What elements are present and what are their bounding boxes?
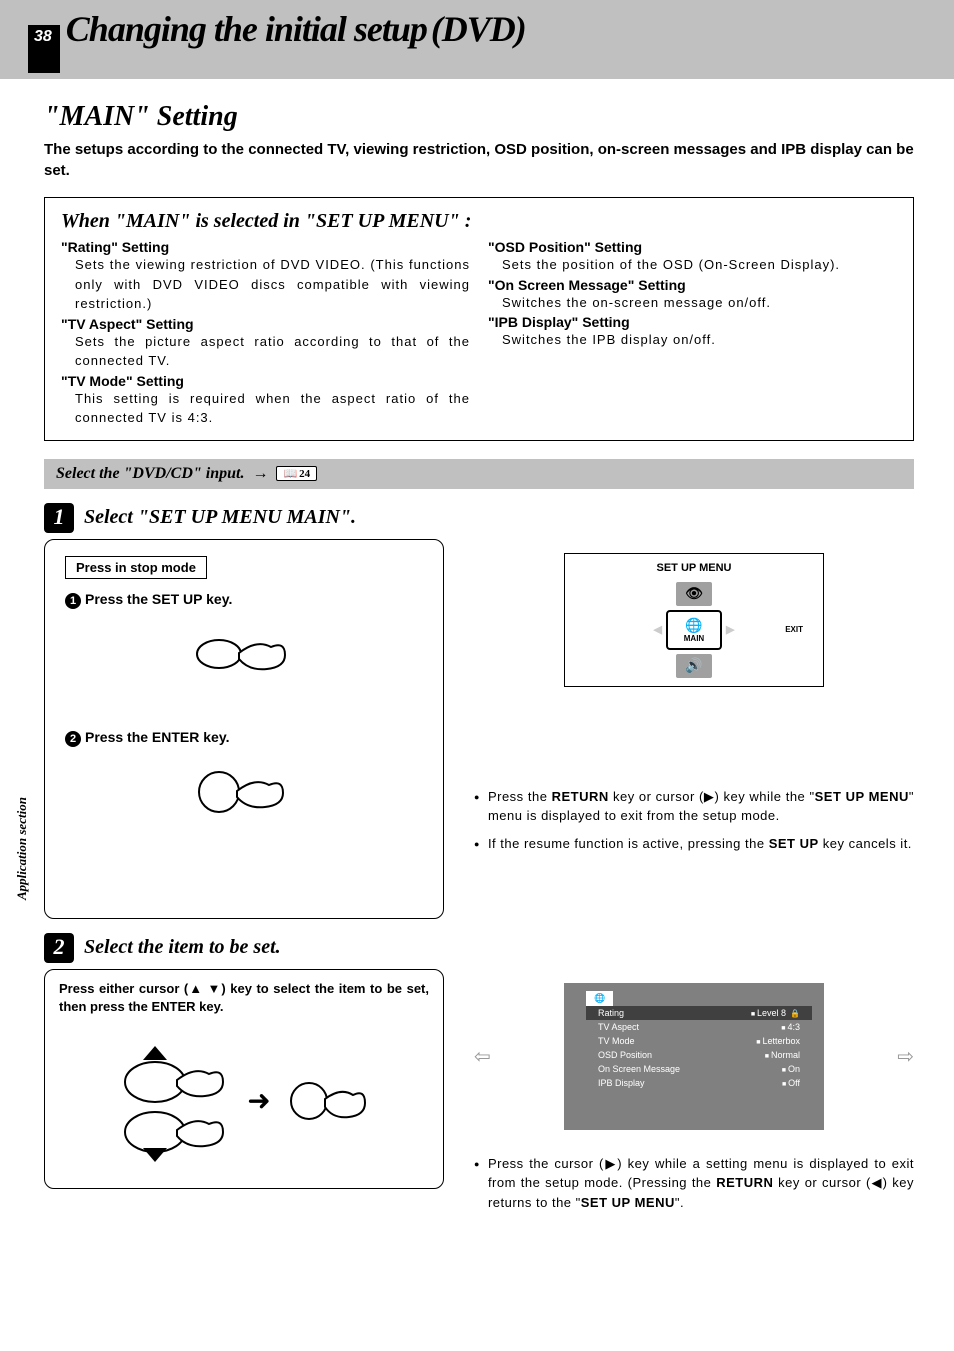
hand-press-icon [189, 757, 299, 827]
options-frame-title: When "MAIN" is selected in "SET UP MENU"… [61, 210, 897, 233]
lock-icon: 🔒 [790, 1009, 800, 1018]
menu-up-icon: 👁 [676, 582, 712, 606]
instruction-bar: Select the "DVD/CD" input. → 📖24 [44, 459, 914, 489]
note-item: Press the cursor (▶) key while a setting… [474, 1154, 914, 1213]
settings-key: IPB Display [598, 1078, 782, 1088]
hand-press-icon [189, 619, 299, 689]
menu-exit-label: EXIT [785, 625, 803, 634]
option-desc: Switches the IPB display on/off. [502, 330, 897, 350]
settings-key: OSD Position [598, 1050, 765, 1060]
settings-key: TV Mode [598, 1036, 756, 1046]
settings-row: OSD PositionNormal [586, 1048, 812, 1062]
settings-screen-header: 🌐 [586, 991, 613, 1006]
settings-key: TV Aspect [598, 1022, 781, 1032]
settings-value: 4:3 [781, 1022, 800, 1032]
settings-row: On Screen MessageOn [586, 1062, 812, 1076]
settings-row: Rating Level 8 🔒 [586, 1006, 812, 1020]
option-head: "IPB Display" Setting [488, 314, 897, 330]
instruction-bar-text: Select the "DVD/CD" input. [56, 465, 244, 483]
cursor-instruction: Press either cursor (▲ ▼) key to select … [59, 980, 429, 1016]
page-reference: 📖24 [276, 466, 317, 481]
options-frame: When "MAIN" is selected in "SET UP MENU"… [44, 197, 914, 441]
step-label: Select the item to be set. [84, 936, 281, 959]
settings-row: IPB DisplayOff [586, 1076, 812, 1090]
hand-press-icon [283, 1071, 373, 1131]
setup-menu-title: SET UP MENU [573, 562, 815, 574]
header-strip: 38 Changing the initial setup (DVD) [0, 0, 954, 79]
sub-step-2: 2Press the ENTER key. [65, 729, 429, 747]
page-content: "MAIN" Setting The setups according to t… [0, 79, 954, 1240]
option-head: "TV Mode" Setting [61, 373, 470, 389]
menu-item-main-label: MAIN [684, 634, 704, 643]
settings-value: Letterbox [756, 1036, 800, 1046]
option-head: "OSD Position" Setting [488, 239, 897, 255]
settings-screen: 🌐 Rating Level 8 🔒 TV Aspect4:3 TV ModeLet… [564, 983, 824, 1130]
section-title: "MAIN" Setting [44, 101, 914, 133]
step-1-header: 1 Select "SET UP MENU MAIN". [44, 503, 914, 533]
note-item: If the resume function is active, pressi… [474, 834, 914, 854]
page-title: Changing the initial setup (DVD) [66, 8, 526, 50]
setup-menu-screen: SET UP MENU 👁 ◀ 🌐 MAIN ▶ EXIT 🔊 [564, 553, 824, 687]
settings-row: TV ModeLetterbox [586, 1034, 812, 1048]
step-1-body: Press in stop mode 1Press the SET UP key… [44, 539, 444, 919]
step-2-header: 2 Select the item to be set. [44, 933, 914, 963]
press-mode-box: Press in stop mode [65, 556, 207, 579]
settings-key: On Screen Message [598, 1064, 782, 1074]
note-list: Press the cursor (▶) key while a setting… [474, 1154, 914, 1213]
sub-step-text: Press the ENTER key. [85, 729, 229, 745]
settings-value: Off [782, 1078, 800, 1088]
step-number: 1 [44, 503, 74, 533]
section-tab-label: Application section [14, 797, 30, 900]
menu-item-main: 🌐 MAIN [666, 610, 722, 650]
page-number: 38 [28, 25, 60, 73]
sub-step-number: 1 [65, 593, 81, 609]
settings-value: Normal [765, 1050, 800, 1060]
menu-down-icon: 🔊 [676, 654, 712, 678]
sub-step-number: 2 [65, 731, 81, 747]
option-desc: This setting is required when the aspect… [75, 389, 470, 428]
settings-key: Rating [598, 1008, 751, 1018]
option-head: "On Screen Message" Setting [488, 277, 897, 293]
globe-icon: 🌐 [594, 993, 605, 1004]
note-list: Press the RETURN key or cursor (▶) key w… [474, 787, 914, 854]
arrow-right-icon: ➜ [247, 1084, 270, 1117]
triangle-right-icon: ▶ [726, 623, 734, 636]
settings-value: On [782, 1064, 800, 1074]
arrow-left-outline-icon: ⇦ [474, 1044, 491, 1069]
note-item: Press the RETURN key or cursor (▶) key w… [474, 787, 914, 826]
page-title-main: Changing the initial setup [66, 9, 427, 49]
settings-value: Level 8 [757, 1008, 786, 1018]
settings-row: TV Aspect4:3 [586, 1020, 812, 1034]
arrow-right-outline-icon: ⇨ [897, 1044, 914, 1069]
step-number: 2 [44, 933, 74, 963]
page-title-sub: (DVD) [431, 9, 526, 49]
step-2-body: Press either cursor (▲ ▼) key to select … [44, 969, 444, 1189]
sub-step-text: Press the SET UP key. [85, 591, 232, 607]
arrow-right-icon: → [252, 465, 268, 483]
page-reference-number: 24 [299, 468, 310, 480]
option-desc: Sets the viewing restriction of DVD VIDE… [75, 255, 470, 314]
option-desc: Sets the picture aspect ratio according … [75, 332, 470, 371]
option-desc: Switches the on-screen message on/off. [502, 293, 897, 313]
globe-icon: 🌐 [685, 617, 702, 634]
sub-step-1: 1Press the SET UP key. [65, 591, 429, 609]
option-desc: Sets the position of the OSD (On-Screen … [502, 255, 897, 275]
intro-text: The setups according to the connected TV… [44, 139, 914, 181]
option-head: "TV Aspect" Setting [61, 316, 470, 332]
option-head: "Rating" Setting [61, 239, 470, 255]
cursor-updown-icon [115, 1036, 235, 1166]
triangle-left-icon: ◀ [654, 623, 662, 636]
step-label: Select "SET UP MENU MAIN". [84, 506, 356, 529]
